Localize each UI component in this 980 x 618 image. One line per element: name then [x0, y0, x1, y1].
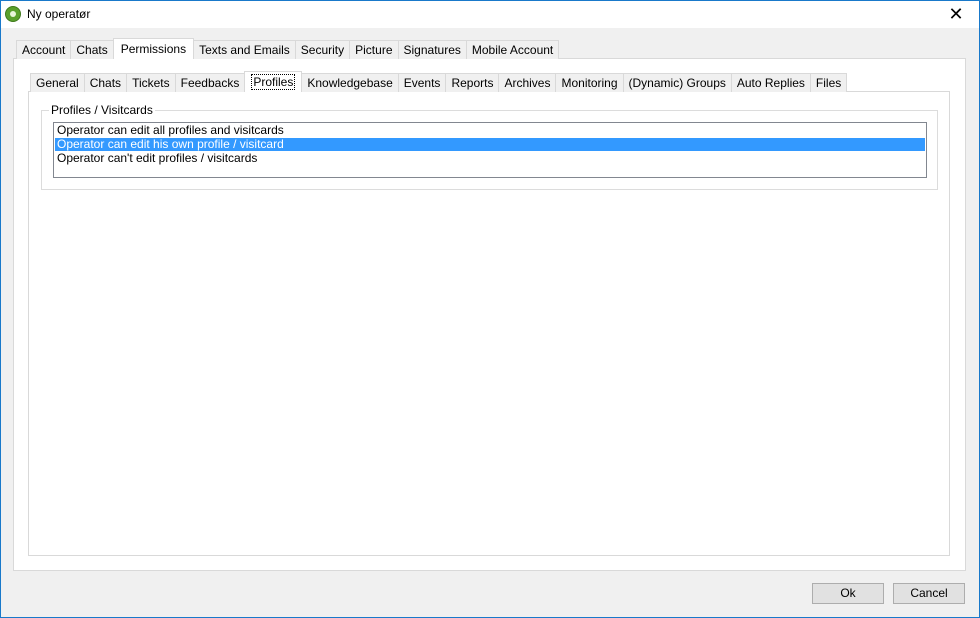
tab-chats[interactable]: Chats: [70, 40, 114, 59]
list-item-selected[interactable]: Operator can edit his own profile / visi…: [55, 138, 925, 151]
subtab-archives[interactable]: Archives: [498, 73, 557, 92]
close-icon[interactable]: ✕: [933, 1, 979, 28]
subtab-files[interactable]: Files: [809, 73, 848, 92]
tab-mobile-account[interactable]: Mobile Account: [465, 40, 560, 59]
tab-label: Chats: [89, 76, 122, 90]
tab-label: Account: [22, 43, 66, 57]
profiles-permission-list[interactable]: Operator can edit all profiles and visit…: [53, 122, 927, 178]
subtab-events[interactable]: Events: [397, 73, 447, 92]
subtab-auto-replies[interactable]: Auto Replies: [730, 73, 811, 92]
tab-label: Picture: [355, 43, 393, 57]
tab-picture[interactable]: Picture: [349, 40, 399, 59]
tab-label: Security: [300, 43, 345, 57]
subtab-dynamic-groups[interactable]: (Dynamic) Groups: [622, 73, 732, 92]
tab-label: (Dynamic) Groups: [628, 76, 726, 90]
cancel-button[interactable]: Cancel: [893, 583, 965, 604]
ok-button[interactable]: Ok: [812, 583, 884, 604]
tab-label: Feedbacks: [180, 76, 240, 90]
tab-label: Profiles: [251, 74, 296, 90]
subtab-knowledgebase[interactable]: Knowledgebase: [301, 73, 399, 92]
tab-label: Chats: [76, 43, 108, 57]
tab-permissions[interactable]: Permissions: [112, 38, 195, 59]
title-bar[interactable]: Ny operatør ✕: [1, 1, 979, 28]
subtab-monitoring[interactable]: Monitoring: [555, 73, 624, 92]
tab-label: Tickets: [132, 76, 170, 90]
group-title: Profiles / Visitcards: [49, 103, 155, 117]
app-icon: [5, 6, 21, 22]
tab-account[interactable]: Account: [16, 40, 72, 59]
tab-label: Auto Replies: [736, 76, 805, 90]
subtab-profiles[interactable]: Profiles: [244, 71, 303, 92]
tab-label: Monitoring: [561, 76, 618, 90]
tab-label: Signatures: [403, 43, 461, 57]
subtab-reports[interactable]: Reports: [445, 73, 500, 92]
tab-label: General: [36, 76, 79, 90]
tab-label: Knowledgebase: [307, 76, 393, 90]
tab-texts-and-emails[interactable]: Texts and Emails: [193, 40, 296, 59]
sub-tab-strip: General Chats Tickets Feedbacks Profiles…: [30, 71, 848, 92]
subtab-chats[interactable]: Chats: [83, 73, 128, 92]
tab-label: Events: [403, 76, 441, 90]
tab-security[interactable]: Security: [294, 40, 351, 59]
list-item[interactable]: Operator can't edit profiles / visitcard…: [55, 152, 925, 165]
subtab-general[interactable]: General: [30, 73, 85, 92]
tab-label: Mobile Account: [471, 43, 554, 57]
tab-label: Texts and Emails: [199, 43, 290, 57]
window-title: Ny operatør: [27, 7, 91, 21]
tab-label: Archives: [504, 76, 551, 90]
subtab-feedbacks[interactable]: Feedbacks: [174, 73, 246, 92]
tab-label: Reports: [451, 76, 494, 90]
tab-label: Files: [815, 76, 842, 90]
top-tab-strip: Account Chats Permissions Texts and Emai…: [16, 38, 560, 59]
tab-signatures[interactable]: Signatures: [397, 40, 467, 59]
list-item[interactable]: Operator can edit all profiles and visit…: [55, 124, 925, 137]
subtab-tickets[interactable]: Tickets: [126, 73, 176, 92]
tab-label: Permissions: [120, 42, 187, 56]
